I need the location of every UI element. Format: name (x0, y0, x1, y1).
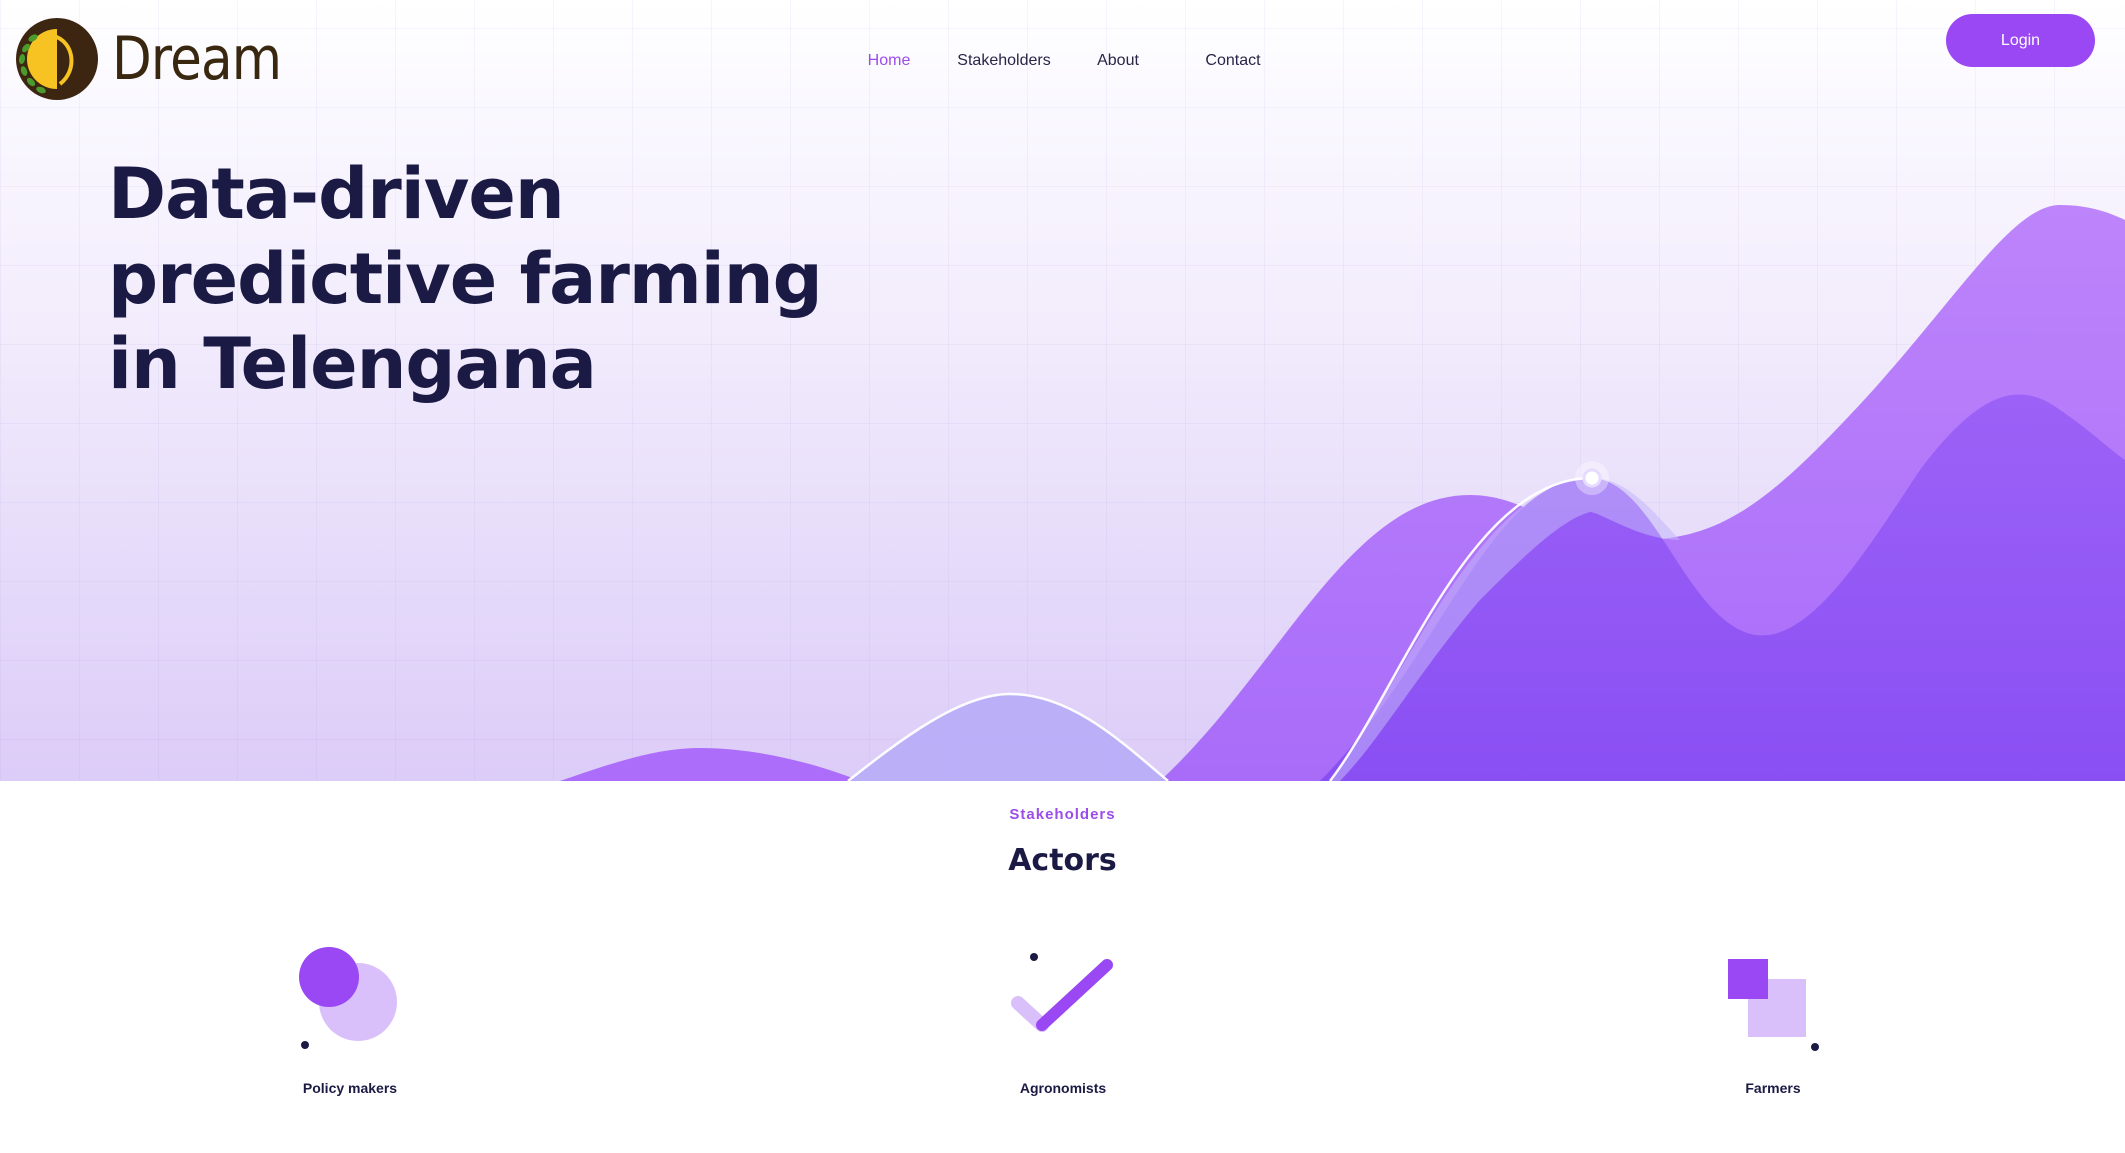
actor-label-policy-makers: Policy makers (302, 1080, 398, 1096)
actor-label-farmers: Farmers (1745, 1080, 1801, 1096)
peak-marker (1582, 468, 1602, 488)
nav-contact[interactable]: Contact (1205, 52, 1260, 70)
actor-label-agronomists: Agronomists (1019, 1080, 1107, 1096)
login-button[interactable]: Login (1946, 14, 2095, 67)
main-nav: Home Stakeholders About Contact (0, 52, 2125, 76)
headline-line-1: Data-driven (108, 153, 565, 235)
circles-icon (299, 947, 397, 1049)
nav-about[interactable]: About (1097, 52, 1139, 70)
nav-stakeholders[interactable]: Stakeholders (957, 52, 1050, 70)
headline-line-2: predictive farming (108, 238, 823, 320)
headline-line-3: in Telengana (108, 323, 597, 405)
section-eyebrow: Stakeholders (1009, 806, 1116, 823)
hero-headline: Data-driven predictive farming in Teleng… (108, 152, 868, 407)
section-title: Actors (1008, 843, 1117, 878)
squares-icon (1728, 959, 1819, 1051)
checkmark-icon (1011, 953, 1113, 1032)
lavender-hill-center (848, 694, 1168, 781)
small-wave-left (560, 748, 860, 781)
nav-home[interactable]: Home (868, 52, 911, 70)
